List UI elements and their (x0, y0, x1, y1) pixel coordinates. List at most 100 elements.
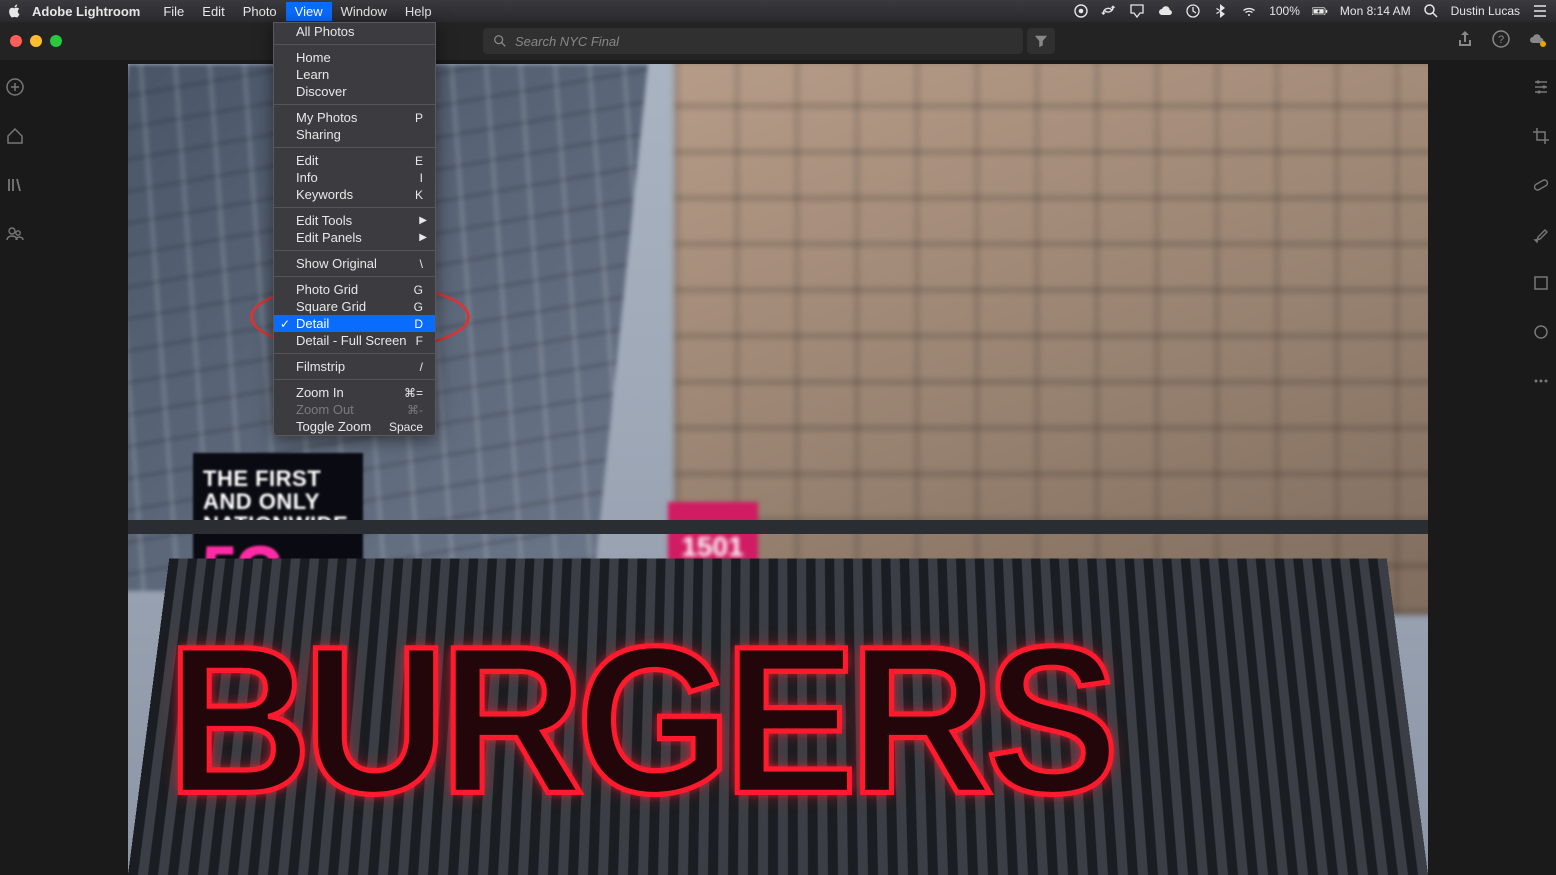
more-tools-button[interactable] (1532, 372, 1550, 395)
menu-view[interactable]: View (286, 2, 332, 21)
menu-item-label: Keywords (296, 187, 353, 202)
menu-item-shortcut: D (414, 317, 423, 331)
square-icon (1532, 274, 1550, 292)
menu-photo[interactable]: Photo (234, 2, 286, 21)
window-zoom-button[interactable] (50, 35, 62, 47)
menu-item-shortcut: E (415, 154, 423, 168)
help-button[interactable]: ? (1492, 30, 1510, 53)
view-menu-item[interactable]: KeywordsK (274, 186, 435, 203)
menu-item-shortcut: Space (389, 420, 423, 434)
cc-status-icon[interactable] (1073, 3, 1089, 19)
menu-file[interactable]: File (154, 2, 193, 21)
menu-separator (274, 207, 435, 208)
view-menu-item[interactable]: Square GridG (274, 298, 435, 315)
view-menu-item[interactable]: My PhotosP (274, 109, 435, 126)
crop-tool-button[interactable] (1532, 127, 1550, 150)
app-name[interactable]: Adobe Lightroom (32, 4, 140, 19)
plus-circle-icon (6, 78, 24, 96)
view-menu-item: Zoom Out⌘- (274, 401, 435, 418)
cloud-sync-status[interactable] (1528, 30, 1546, 53)
view-menu-item[interactable]: Edit E (274, 152, 435, 169)
crop-icon (1532, 127, 1550, 145)
menu-item-label: Edit Panels (296, 230, 362, 245)
add-photos-button[interactable] (6, 78, 24, 101)
radial-gradient-button[interactable] (1532, 323, 1550, 346)
view-menu-item[interactable]: Learn (274, 66, 435, 83)
wifi-icon[interactable] (1241, 3, 1257, 19)
submenu-arrow-icon: ▶ (419, 232, 427, 243)
toolbar-right: ? (1456, 30, 1546, 53)
view-menu-item[interactable]: Detail - Full ScreenF (274, 332, 435, 349)
view-menu-item[interactable]: All Photos (274, 23, 435, 40)
menu-item-label: All Photos (296, 24, 355, 39)
menu-separator (274, 44, 435, 45)
menu-edit[interactable]: Edit (193, 2, 233, 21)
submenu-arrow-icon: ▶ (419, 215, 427, 226)
view-menu-item[interactable]: Show Original \ (274, 255, 435, 272)
menu-item-label: Learn (296, 67, 329, 82)
view-menu-item[interactable]: Edit Panels ▶ (274, 229, 435, 246)
menu-separator (274, 276, 435, 277)
view-menu-item[interactable]: Sharing (274, 126, 435, 143)
menu-separator (274, 104, 435, 105)
sync-status-icon[interactable] (1101, 3, 1117, 19)
menu-window[interactable]: Window (332, 2, 396, 21)
menu-item-label: My Photos (296, 110, 357, 125)
menu-item-shortcut: G (414, 283, 423, 297)
battery-percent: 100% (1269, 4, 1300, 18)
view-menu-item[interactable]: Home (274, 49, 435, 66)
menu-help[interactable]: Help (396, 2, 441, 21)
menu-separator (274, 353, 435, 354)
neon-text: BURGERS (167, 616, 1111, 826)
linear-gradient-button[interactable] (1532, 274, 1550, 297)
menu-item-label: Sharing (296, 127, 341, 142)
timemachine-icon[interactable] (1185, 3, 1201, 19)
view-menu-item[interactable]: Discover (274, 83, 435, 100)
battery-icon[interactable] (1312, 3, 1328, 19)
healing-tool-button[interactable] (1532, 176, 1550, 199)
brush-tool-button[interactable] (1532, 225, 1550, 248)
view-menu-item[interactable]: Filmstrip/ (274, 358, 435, 375)
view-menu-item[interactable]: Toggle Zoom Space (274, 418, 435, 435)
search-input[interactable]: Search NYC Final (483, 28, 1023, 54)
window-close-button[interactable] (10, 35, 22, 47)
view-menu-item[interactable]: Edit Tools ▶ (274, 212, 435, 229)
edit-panel-button[interactable] (1532, 78, 1550, 101)
apple-menu-icon[interactable] (8, 4, 22, 18)
spotlight-icon[interactable] (1423, 3, 1439, 19)
library-icon (6, 176, 24, 194)
view-menu-item[interactable]: InfoI (274, 169, 435, 186)
window-controls (10, 35, 62, 47)
cloud-icon[interactable] (1157, 3, 1173, 19)
ellipsis-icon (1532, 372, 1550, 390)
sharing-nav[interactable] (6, 225, 24, 248)
menu-item-label: Edit (296, 153, 318, 168)
menu-item-label: Toggle Zoom (296, 419, 371, 434)
photo-canvas[interactable]: THE FIRST AND ONLY NATIONWIDE 5G 1501 BU… (30, 60, 1526, 875)
share-icon (1456, 30, 1474, 48)
control-center-icon[interactable] (1532, 3, 1548, 19)
filter-button[interactable] (1027, 28, 1055, 54)
menu-item-label: Edit Tools (296, 213, 352, 228)
airplay-icon[interactable] (1129, 3, 1145, 19)
window-minimize-button[interactable] (30, 35, 42, 47)
home-icon (6, 127, 24, 145)
view-menu-item[interactable]: Zoom In⌘= (274, 384, 435, 401)
share-button[interactable] (1456, 30, 1474, 53)
menubar-status-area: 100% Mon 8:14 AM Dustin Lucas (1073, 3, 1548, 19)
my-photos-nav[interactable] (6, 176, 24, 199)
menubar-clock[interactable]: Mon 8:14 AM (1340, 4, 1411, 18)
search-icon (493, 34, 507, 48)
menu-item-label: Home (296, 50, 331, 65)
menu-item-label: Show Original (296, 256, 377, 271)
home-nav[interactable] (6, 127, 24, 150)
view-menu-item[interactable]: Photo GridG (274, 281, 435, 298)
bluetooth-icon[interactable] (1213, 3, 1229, 19)
menubar-user[interactable]: Dustin Lucas (1451, 4, 1520, 18)
view-menu-item[interactable]: ✓DetailD (274, 315, 435, 332)
help-icon: ? (1492, 30, 1510, 48)
menu-separator (274, 379, 435, 380)
menu-item-label: Zoom In (296, 385, 344, 400)
menu-item-shortcut: \ (420, 257, 423, 271)
svg-text:?: ? (1498, 34, 1504, 46)
